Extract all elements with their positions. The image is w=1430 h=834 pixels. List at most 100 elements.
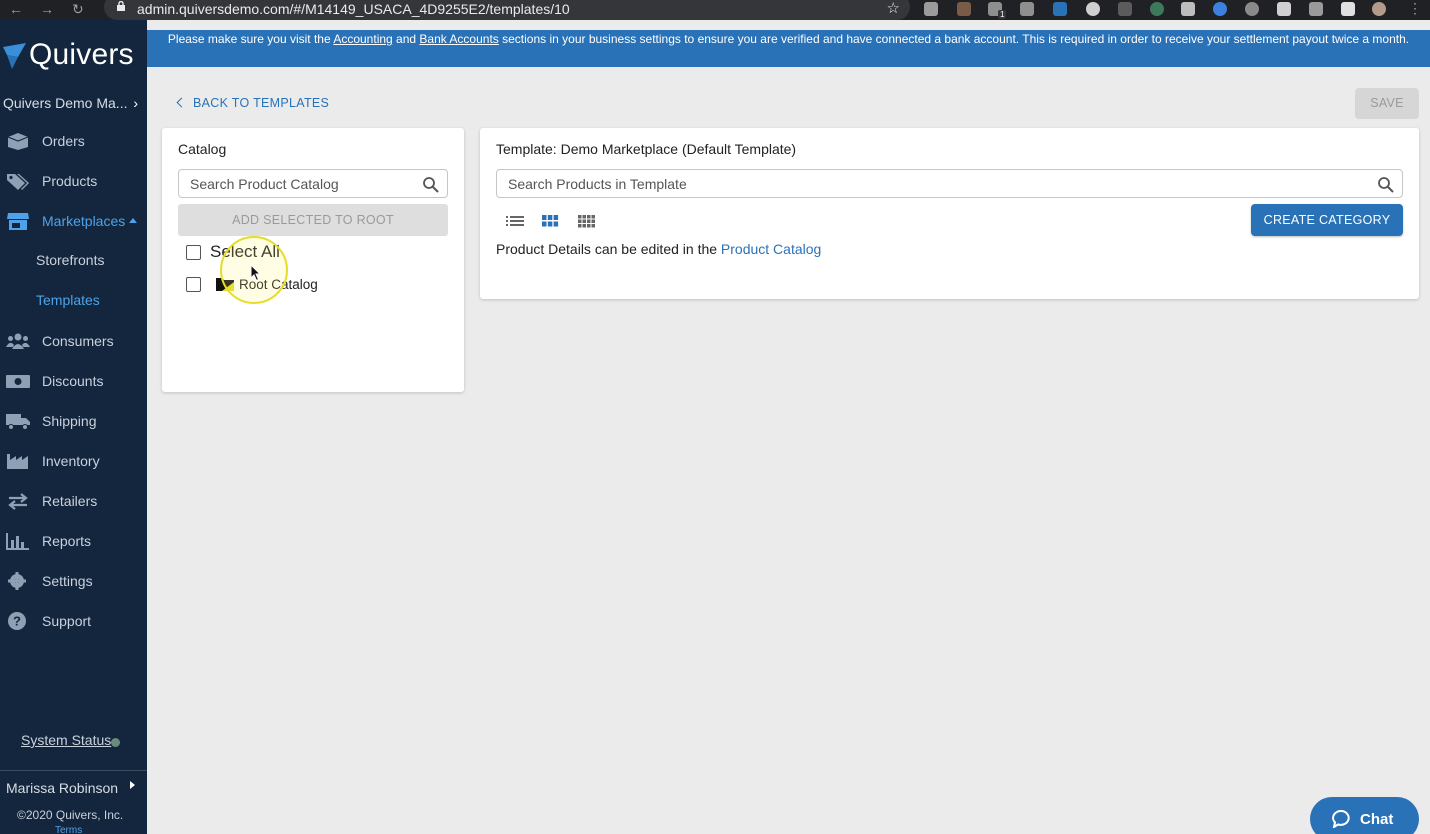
- nav-label: Products: [42, 173, 98, 189]
- chat-button[interactable]: Chat: [1310, 797, 1419, 834]
- nav-label: Shipping: [42, 413, 97, 429]
- grid-view-icon[interactable]: [541, 213, 559, 229]
- nav-label: Settings: [42, 573, 93, 589]
- extension-icon[interactable]: [1150, 2, 1164, 16]
- extension-icon[interactable]: [1053, 2, 1067, 16]
- forward-arrow-icon[interactable]: →: [40, 0, 54, 18]
- store-icon: [7, 213, 29, 230]
- question-icon: ?: [8, 612, 26, 630]
- bank-accounts-link[interactable]: Bank Accounts: [419, 32, 498, 46]
- sidebar: Quivers Quivers Demo Ma... › Orders Prod…: [0, 20, 147, 834]
- caret-right-icon: [130, 781, 135, 789]
- nav-shipping[interactable]: Shipping: [0, 406, 147, 436]
- accounting-link[interactable]: Accounting: [333, 32, 392, 46]
- gear-icon: [8, 572, 26, 590]
- root-catalog-checkbox[interactable]: [186, 277, 201, 292]
- banner-text: Please make sure you visit the: [167, 32, 334, 46]
- address-bar[interactable]: admin.quiversdemo.com/#/M14149_USACA_4D9…: [104, 0, 910, 20]
- mouse-cursor-icon: [250, 264, 262, 282]
- nav-settings[interactable]: Settings: [0, 566, 147, 596]
- product-catalog-link[interactable]: Product Catalog: [721, 241, 821, 257]
- sub-nav-templates[interactable]: Templates: [36, 288, 100, 312]
- list-view-icon[interactable]: [506, 213, 524, 229]
- nav-label: Support: [42, 613, 92, 629]
- nav-support[interactable]: ? Support: [0, 606, 147, 636]
- profile-avatar[interactable]: [1372, 2, 1386, 16]
- account-switcher[interactable]: Quivers Demo Ma... ›: [0, 93, 147, 117]
- system-status-link[interactable]: System Status: [21, 732, 111, 748]
- quivers-logo-icon: [3, 43, 26, 69]
- chat-label: Chat: [1360, 811, 1394, 828]
- account-name: Quivers Demo Ma...: [3, 95, 128, 111]
- template-panel: Template: Demo Marketplace (Default Temp…: [480, 128, 1419, 299]
- tags-icon: [7, 174, 29, 190]
- back-link-label: BACK TO TEMPLATES: [193, 96, 330, 110]
- bookmark-star-icon[interactable]: ☆: [887, 0, 900, 17]
- extension-icon[interactable]: [1118, 2, 1132, 16]
- extension-icon[interactable]: [1020, 2, 1034, 16]
- status-indicator: [111, 738, 120, 747]
- search-placeholder: Search Product Catalog: [190, 176, 339, 192]
- add-selected-to-root-button[interactable]: ADD SELECTED TO ROOT: [178, 204, 448, 236]
- create-category-button[interactable]: CREATE CATEGORY: [1251, 204, 1403, 236]
- select-all-label: Select All: [210, 242, 280, 261]
- nav-marketplaces[interactable]: Marketplaces: [0, 206, 147, 236]
- extension-icon[interactable]: [957, 2, 971, 16]
- catalog-panel: Catalog Search Product Catalog ADD SELEC…: [162, 128, 464, 392]
- nav-consumers[interactable]: Consumers: [0, 326, 147, 356]
- banner-text: and: [392, 32, 420, 46]
- search-icon[interactable]: [1377, 176, 1394, 193]
- nav-reports[interactable]: Reports: [0, 526, 147, 556]
- extension-icon[interactable]: [924, 2, 938, 16]
- nav-products[interactable]: Products: [0, 166, 147, 196]
- bar-chart-icon: [6, 533, 29, 550]
- search-icon[interactable]: [422, 176, 439, 193]
- template-search-input[interactable]: Search Products in Template: [496, 169, 1403, 198]
- template-title: Template: Demo Marketplace (Default Temp…: [496, 141, 797, 157]
- box-icon: [7, 133, 29, 150]
- banner-text: sections in your business settings to en…: [498, 32, 1410, 46]
- user-menu[interactable]: Marissa Robinson ©2020 Quivers, Inc. Ter…: [0, 770, 147, 834]
- select-all-checkbox[interactable]: [186, 245, 201, 260]
- nav-label: Discounts: [42, 373, 104, 389]
- extension-icon[interactable]: [1213, 2, 1227, 16]
- extension-badge: 1: [998, 10, 1007, 19]
- puzzle-icon[interactable]: [1277, 2, 1291, 16]
- catalog-title: Catalog: [178, 141, 227, 157]
- svg-text:?: ?: [13, 614, 21, 629]
- chevron-left-icon: [176, 97, 187, 108]
- extension-icon[interactable]: [1181, 2, 1195, 16]
- catalog-search-input[interactable]: Search Product Catalog: [178, 169, 448, 198]
- nav-retailers[interactable]: Retailers: [0, 486, 147, 516]
- nav-orders[interactable]: Orders: [0, 126, 147, 156]
- key-icon[interactable]: [1341, 2, 1355, 16]
- extension-icon[interactable]: [1309, 2, 1323, 16]
- verification-banner: Please make sure you visit the Accountin…: [147, 30, 1430, 67]
- extension-icon[interactable]: [1086, 2, 1100, 16]
- nav-label: Marketplaces: [42, 213, 126, 229]
- quivers-logo[interactable]: Quivers: [0, 38, 147, 74]
- caret-up-icon: [129, 218, 137, 223]
- back-to-templates-link[interactable]: BACK TO TEMPLATES: [176, 96, 330, 110]
- lock-icon: [117, 1, 125, 11]
- nav-label: Consumers: [42, 333, 114, 349]
- save-button[interactable]: SAVE: [1355, 88, 1419, 119]
- sub-nav-storefronts[interactable]: Storefronts: [36, 248, 104, 272]
- logo-text: Quivers: [29, 38, 134, 71]
- menu-kebab-icon[interactable]: ⋮: [1408, 0, 1422, 17]
- terms-link[interactable]: Terms: [55, 825, 82, 834]
- extension-icon[interactable]: [1245, 2, 1259, 16]
- truck-icon: [6, 414, 30, 430]
- nav-label: Retailers: [42, 493, 98, 509]
- nav-discounts[interactable]: Discounts: [0, 366, 147, 396]
- chat-bubble-icon: [1332, 810, 1350, 828]
- user-name: Marissa Robinson: [6, 780, 119, 796]
- copyright: ©2020 Quivers, Inc.: [17, 808, 124, 822]
- users-icon: [6, 333, 30, 349]
- nav-inventory[interactable]: Inventory: [0, 446, 147, 476]
- back-arrow-icon[interactable]: ←: [9, 0, 23, 18]
- nav-label: Reports: [42, 533, 92, 549]
- compact-grid-view-icon[interactable]: [577, 213, 595, 229]
- exchange-icon: [8, 493, 28, 510]
- reload-icon[interactable]: ↻: [72, 0, 84, 18]
